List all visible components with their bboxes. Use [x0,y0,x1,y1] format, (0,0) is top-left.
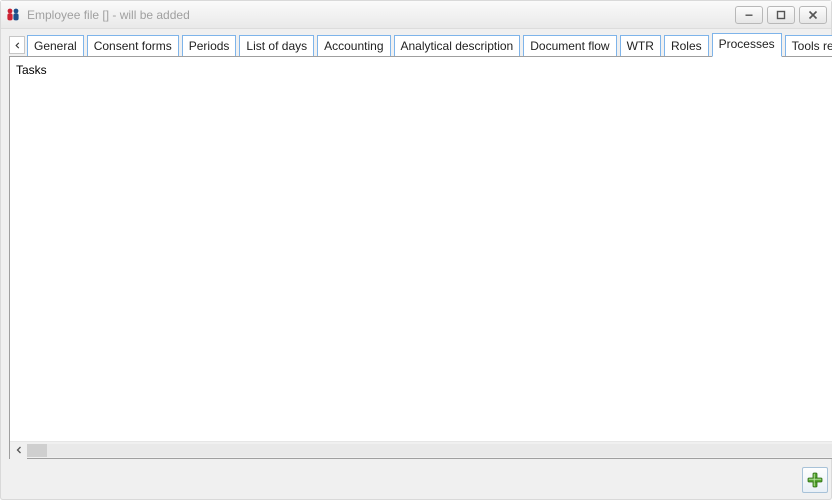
tab-processes[interactable]: Processes [712,33,782,57]
tabs-scroll-left[interactable] [9,36,25,54]
main-column: General Consent forms Periods List of da… [1,29,832,499]
window: Employee file [] - will be added [0,0,832,500]
tasks-header: Tasks [10,57,832,79]
tab-general[interactable]: General [27,35,84,57]
tabs-row: General Consent forms Periods List of da… [9,33,832,57]
close-x-icon [808,10,818,20]
tabs: General Consent forms Periods List of da… [27,33,832,57]
scroll-left-button[interactable] [10,442,27,459]
tab-tools-released[interactable]: Tools released [785,35,832,57]
content-panel: Tasks [9,56,832,459]
tab-analytical-description[interactable]: Analytical description [394,35,521,57]
action-row [9,459,832,493]
scroll-track[interactable] [27,444,832,457]
tab-roles[interactable]: Roles [664,35,709,57]
chevron-left-icon [15,446,23,454]
maximize-icon [776,10,786,20]
tab-accounting[interactable]: Accounting [317,35,390,57]
window-buttons [735,6,827,24]
minimize-icon [744,10,754,20]
tasks-body [10,79,832,441]
tab-list-of-days[interactable]: List of days [239,35,314,57]
tab-document-flow[interactable]: Document flow [523,35,616,57]
tab-consent-forms[interactable]: Consent forms [87,35,179,57]
chevron-left-icon [14,42,21,49]
tab-wtr[interactable]: WTR [620,35,661,57]
titlebar: Employee file [] - will be added [1,1,831,29]
maximize-button[interactable] [767,6,795,24]
minimize-button[interactable] [735,6,763,24]
close-window-button[interactable] [799,6,827,24]
add-button[interactable] [802,467,828,493]
tab-periods[interactable]: Periods [182,35,237,57]
horizontal-scrollbar[interactable] [10,441,832,458]
window-title: Employee file [] - will be added [27,8,735,22]
window-body: General Consent forms Periods List of da… [1,29,831,499]
app-icon [5,7,21,23]
scroll-thumb[interactable] [27,444,47,457]
plus-icon [807,472,823,488]
